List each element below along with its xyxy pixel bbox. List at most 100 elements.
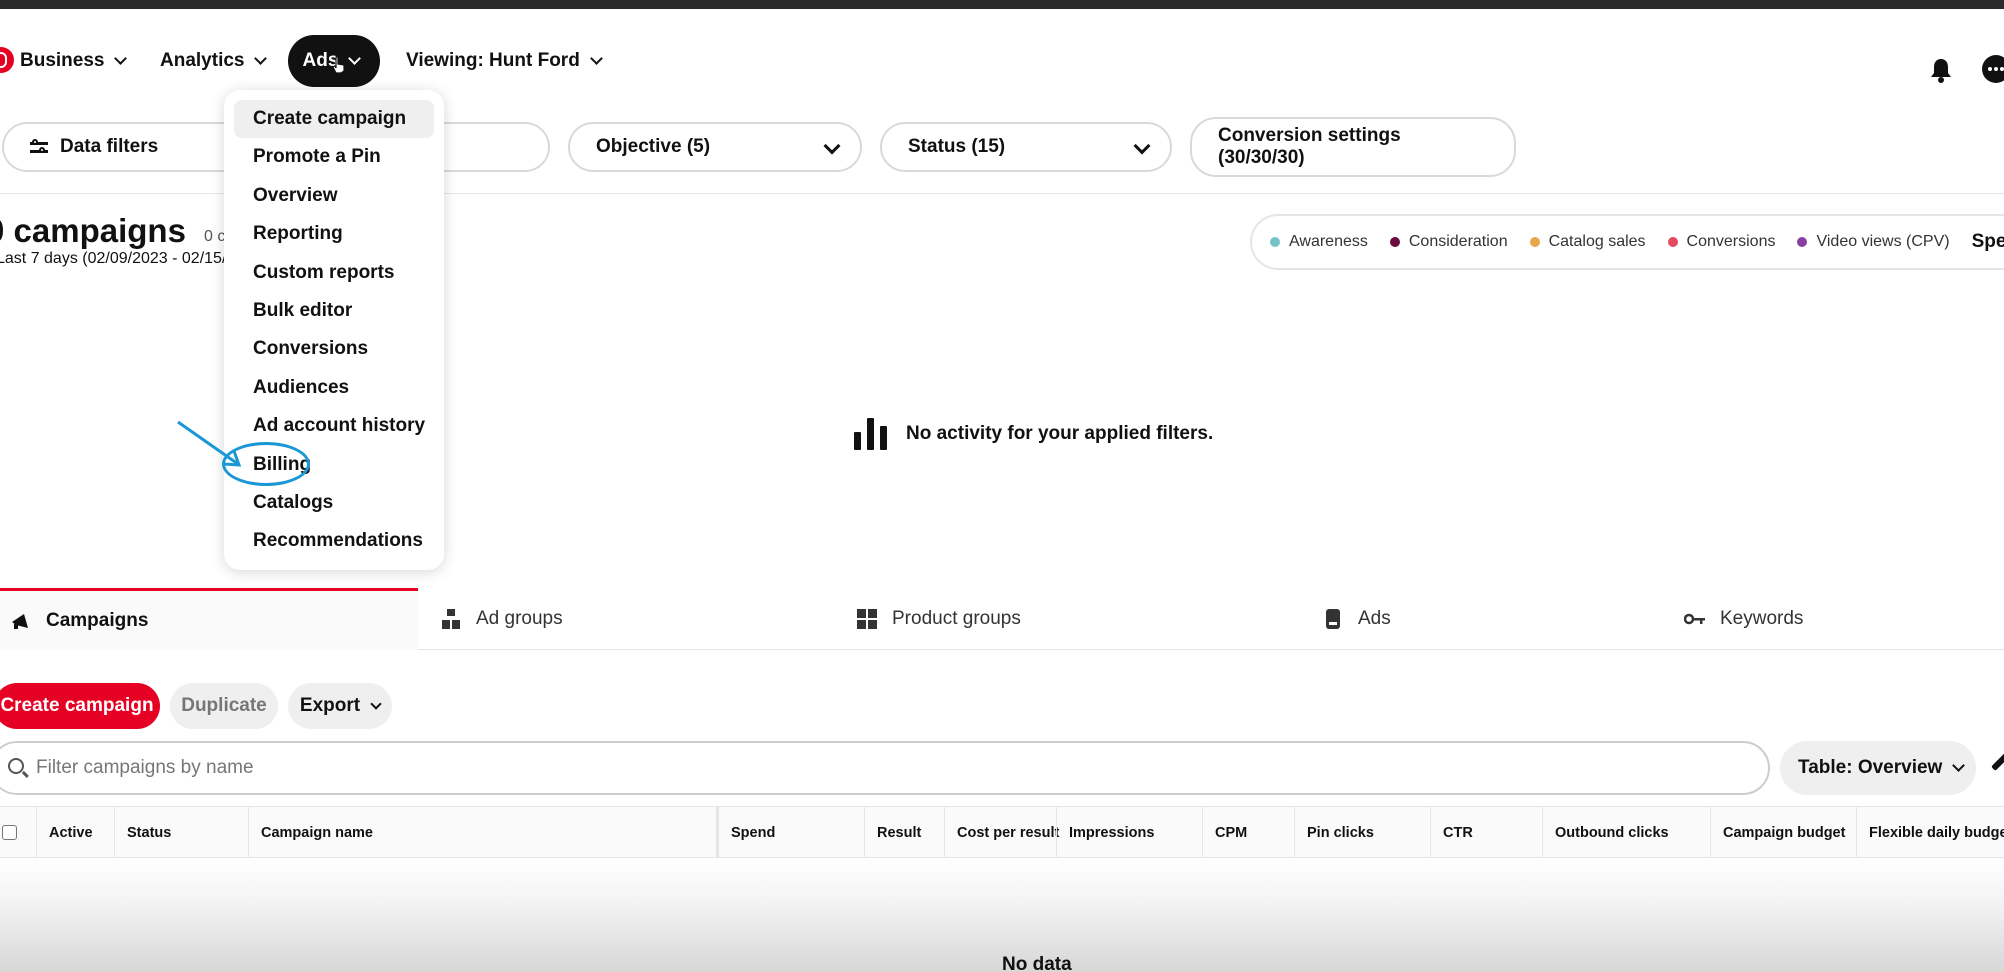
column-header-spend[interactable]: Spend xyxy=(716,807,864,859)
date-range-text: Last 7 days (02/09/2023 - 02/15/ xyxy=(0,250,227,267)
table-header: Active Status Campaign name Spend Result… xyxy=(0,806,2004,859)
nav-business[interactable]: Business xyxy=(20,35,128,87)
filter-sliders-icon xyxy=(30,139,48,155)
pinterest-logo-icon[interactable] xyxy=(0,47,14,73)
chevron-down-icon xyxy=(348,51,362,65)
megaphone-icon xyxy=(12,613,28,629)
column-header-status[interactable]: Status xyxy=(114,807,248,859)
legend-dot-icon xyxy=(1797,237,1808,247)
campaign-search xyxy=(0,741,1770,795)
notifications-bell-icon[interactable] xyxy=(1930,57,1952,83)
bar-chart-icon xyxy=(854,418,888,450)
key-icon xyxy=(1684,613,1705,625)
export-button[interactable]: Export xyxy=(288,683,392,729)
create-campaign-button[interactable]: Create campaign xyxy=(0,683,160,729)
column-header-ctr[interactable]: CTR xyxy=(1430,807,1542,859)
nav-viewing-account[interactable]: Viewing: Hunt Ford xyxy=(406,35,603,87)
duplicate-button[interactable]: Duplicate xyxy=(170,683,278,729)
tab-label: Ad groups xyxy=(476,608,563,629)
table-view-label: Table: Overview xyxy=(1798,757,1943,778)
column-header-result[interactable]: Result xyxy=(864,807,944,859)
table-view-select[interactable]: Table: Overview xyxy=(1780,741,1976,795)
legend-label: Video views (CPV) xyxy=(1816,233,1950,250)
chevron-down-icon xyxy=(823,137,841,155)
select-all-checkbox[interactable] xyxy=(2,825,17,840)
nav-viewing-label: Viewing: Hunt Ford xyxy=(406,50,580,71)
legend-label: Awareness xyxy=(1289,233,1368,250)
nav-business-label: Business xyxy=(20,50,105,71)
chart-empty-state: No activity for your applied filters. xyxy=(854,418,1213,450)
search-input[interactable] xyxy=(36,757,1636,779)
conversion-settings-button[interactable]: Conversion settings (30/30/30) xyxy=(1190,117,1516,177)
chevron-down-icon xyxy=(254,51,268,65)
campaign-count-subtext: 0 c xyxy=(204,228,226,245)
status-label: Status (15) xyxy=(908,136,1006,157)
chart-legend: Awareness Consideration Catalog sales Co… xyxy=(1250,214,2004,270)
chevron-down-icon xyxy=(589,51,603,65)
menu-item-audiences[interactable]: Audiences xyxy=(234,369,434,407)
campaign-count-title: 0 campaigns xyxy=(0,212,186,249)
tab-product-groups[interactable]: Product groups xyxy=(856,588,1021,650)
legend-dot-icon xyxy=(1529,237,1540,247)
chart-empty-message: No activity for your applied filters. xyxy=(906,423,1214,444)
menu-item-promote-a-pin[interactable]: Promote a Pin xyxy=(234,138,434,176)
menu-item-conversions[interactable]: Conversions xyxy=(234,330,434,368)
column-header-cost-per-result[interactable]: Cost per result xyxy=(944,807,1059,859)
column-header-campaign-name[interactable]: Campaign name xyxy=(248,807,716,859)
chevron-down-icon xyxy=(1952,759,1966,772)
messages-icon[interactable] xyxy=(1982,55,2004,83)
column-header-cpm[interactable]: CPM xyxy=(1202,807,1294,859)
legend-dot-icon xyxy=(1389,237,1400,247)
nav-analytics[interactable]: Analytics xyxy=(160,35,268,87)
hand-cursor-icon xyxy=(332,56,345,74)
objective-select[interactable]: Objective (5) xyxy=(568,122,862,172)
column-header-outbound-clicks[interactable]: Outbound clicks xyxy=(1542,807,1710,859)
status-select[interactable]: Status (15) xyxy=(880,122,1172,172)
export-label: Export xyxy=(299,695,361,716)
entity-tabs: Campaigns Ad groups Product groups Ads K… xyxy=(0,588,2004,650)
legend-dot-icon xyxy=(1667,237,1678,247)
menu-item-reporting[interactable]: Reporting xyxy=(234,215,434,253)
data-filters-label: Data filters xyxy=(60,136,159,157)
menu-item-bulk-editor[interactable]: Bulk editor xyxy=(234,292,434,330)
menu-item-recommendations[interactable]: Recommendations xyxy=(234,522,434,560)
legend-item-catalog-sales[interactable]: Catalog sales xyxy=(1529,233,1646,251)
annotation-arrow-icon xyxy=(177,420,242,467)
grid-icon xyxy=(857,609,877,629)
tab-campaigns[interactable]: Campaigns xyxy=(0,588,418,650)
tab-label: Ads xyxy=(1358,608,1391,629)
ads-dropdown-menu: Create campaign Promote a Pin Overview R… xyxy=(224,90,444,570)
chevron-down-icon xyxy=(114,51,128,65)
menu-item-custom-reports[interactable]: Custom reports xyxy=(234,254,434,292)
column-header-flexible-daily-budget[interactable]: Flexible daily budget xyxy=(1856,807,2004,859)
metric-select[interactable]: Spe xyxy=(1972,231,2004,253)
tab-keywords[interactable]: Keywords xyxy=(1684,588,1803,650)
legend-label: Consideration xyxy=(1408,233,1508,250)
tab-ad-groups[interactable]: Ad groups xyxy=(440,588,563,650)
column-header-impressions[interactable]: Impressions xyxy=(1056,807,1202,859)
ad-groups-icon xyxy=(442,609,460,629)
menu-item-catalogs[interactable]: Catalogs xyxy=(234,484,434,522)
legend-item-video-views[interactable]: Video views (CPV) xyxy=(1797,233,1950,251)
window-top-bar xyxy=(0,0,2004,9)
chevron-down-icon xyxy=(1133,137,1151,155)
tab-label: Product groups xyxy=(892,608,1021,629)
ad-icon xyxy=(1326,609,1340,629)
legend-item-consideration[interactable]: Consideration xyxy=(1389,233,1508,251)
tab-ads[interactable]: Ads xyxy=(1322,588,1391,650)
legend-label: Conversions xyxy=(1686,233,1776,250)
nav-analytics-label: Analytics xyxy=(160,50,245,71)
column-header-active[interactable]: Active xyxy=(36,807,114,859)
column-header-pin-clicks[interactable]: Pin clicks xyxy=(1294,807,1430,859)
legend-item-conversions[interactable]: Conversions xyxy=(1667,233,1776,251)
menu-item-create-campaign[interactable]: Create campaign xyxy=(234,100,434,139)
tab-label: Keywords xyxy=(1720,608,1804,629)
legend-item-awareness[interactable]: Awareness xyxy=(1270,233,1368,251)
search-icon xyxy=(8,758,24,774)
menu-item-overview[interactable]: Overview xyxy=(234,177,434,215)
objective-label: Objective (5) xyxy=(596,136,711,157)
top-navigation: Business Analytics Ads Viewing: Hunt For… xyxy=(0,17,2004,89)
column-header-campaign-budget[interactable]: Campaign budget xyxy=(1710,807,1856,859)
menu-item-ad-account-history[interactable]: Ad account history xyxy=(234,407,434,445)
legend-dot-icon xyxy=(1270,237,1280,247)
